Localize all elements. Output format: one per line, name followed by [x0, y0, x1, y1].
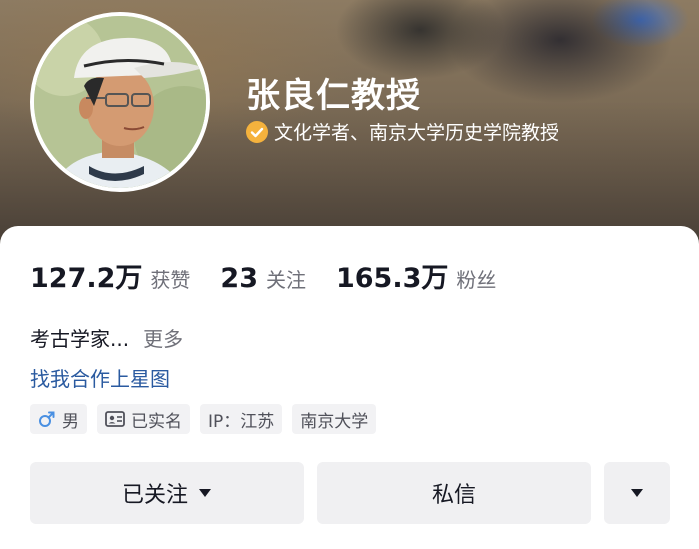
- stat-followers-label: 粉丝: [456, 268, 497, 292]
- tag-school-text: 南京大学: [300, 411, 369, 432]
- stat-following-value: 23: [220, 263, 258, 294]
- verification-text: 文化学者、南京大学历史学院教授: [274, 122, 560, 144]
- bio: 考古学家... 更多: [30, 323, 183, 352]
- stat-likes-label: 获赞: [150, 268, 191, 292]
- verified-badge-icon: [246, 120, 268, 143]
- bio-text: 考古学家...: [30, 327, 130, 351]
- tag-ip-location: IP：江苏: [200, 404, 283, 434]
- stat-following[interactable]: 23 关注: [220, 263, 306, 294]
- follow-button[interactable]: 已关注: [30, 462, 304, 524]
- message-button[interactable]: 私信: [317, 462, 591, 524]
- tag-gender-text: 男: [62, 411, 79, 432]
- tag-gender: 男: [30, 404, 87, 434]
- stat-followers-value: 165.3万: [335, 263, 449, 294]
- tag-list: 男 已实名 IP：江苏 南京大学: [30, 404, 386, 434]
- tag-verified-identity: 已实名: [97, 404, 190, 434]
- profile-card: 127.2万 获赞 23 关注 165.3万 粉丝 考古学家... 更多 找我合…: [0, 226, 699, 549]
- caret-down-icon: [198, 488, 212, 498]
- verification-line: 文化学者、南京大学历史学院教授: [246, 118, 559, 145]
- collaboration-link[interactable]: 找我合作上星图: [30, 363, 170, 392]
- stat-followers[interactable]: 165.3万 粉丝: [336, 256, 496, 295]
- profile-name: 张良仁教授: [246, 76, 421, 116]
- tag-ip-text: IP：江苏: [208, 411, 275, 432]
- male-icon: [38, 410, 56, 428]
- message-button-label: 私信: [431, 483, 476, 508]
- tag-school: 南京大学: [292, 404, 377, 434]
- follow-button-label: 已关注: [121, 483, 188, 508]
- bio-more-link[interactable]: 更多: [143, 323, 183, 352]
- stat-likes-value: 127.2万: [30, 263, 143, 294]
- stat-following-label: 关注: [265, 268, 306, 292]
- caret-down-icon: [630, 488, 644, 498]
- id-card-icon: [105, 411, 125, 427]
- avatar[interactable]: [30, 12, 210, 192]
- tag-verified-text: 已实名: [131, 411, 182, 432]
- stats-row: 127.2万 获赞 23 关注 165.3万 粉丝: [30, 256, 526, 295]
- more-options-button[interactable]: [604, 462, 670, 524]
- stat-likes[interactable]: 127.2万 获赞: [30, 256, 190, 295]
